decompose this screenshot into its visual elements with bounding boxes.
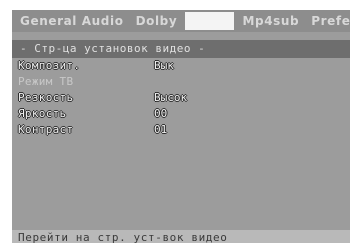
setting-label: Режим ТВ (18, 75, 74, 88)
setting-row-composite[interactable]: Композит. Вык (16, 58, 336, 74)
setting-value: Высок (154, 91, 188, 104)
setting-value: Вык (154, 59, 174, 72)
tab-bar: General Audio Dolby Video Mp4sub Prefe (12, 10, 350, 32)
tab-preferences[interactable]: Prefe (307, 12, 350, 30)
setup-menu: General Audio Dolby Video Mp4sub Prefe -… (12, 10, 350, 243)
setting-label: Яркость (18, 107, 67, 120)
page-title: - Стр-ца установок видео - (12, 40, 350, 58)
setting-value: 01 (154, 123, 168, 136)
setting-label: Контраст (18, 123, 74, 136)
tab-video[interactable]: Video (185, 12, 235, 30)
setting-label: Резкость (18, 91, 74, 104)
tab-mp4sub[interactable]: Mp4sub (238, 12, 303, 30)
setting-label: Композит. (18, 59, 81, 72)
tab-dolby[interactable]: Dolby (132, 12, 182, 30)
status-bar: Перейти на стр. уст-вок видео (12, 230, 350, 243)
setting-row-contrast[interactable]: Контраст 01 (16, 122, 336, 138)
setting-value: 00 (154, 107, 168, 120)
tab-general-audio[interactable]: General Audio (16, 12, 128, 30)
setting-row-sharpness[interactable]: Резкость Высок (16, 90, 336, 106)
settings-list: Композит. Вык Режим ТВ Резкость Высок Яр… (16, 58, 336, 138)
setting-row-tv-mode: Режим ТВ (16, 74, 336, 90)
setting-row-brightness[interactable]: Яркость 00 (16, 106, 336, 122)
